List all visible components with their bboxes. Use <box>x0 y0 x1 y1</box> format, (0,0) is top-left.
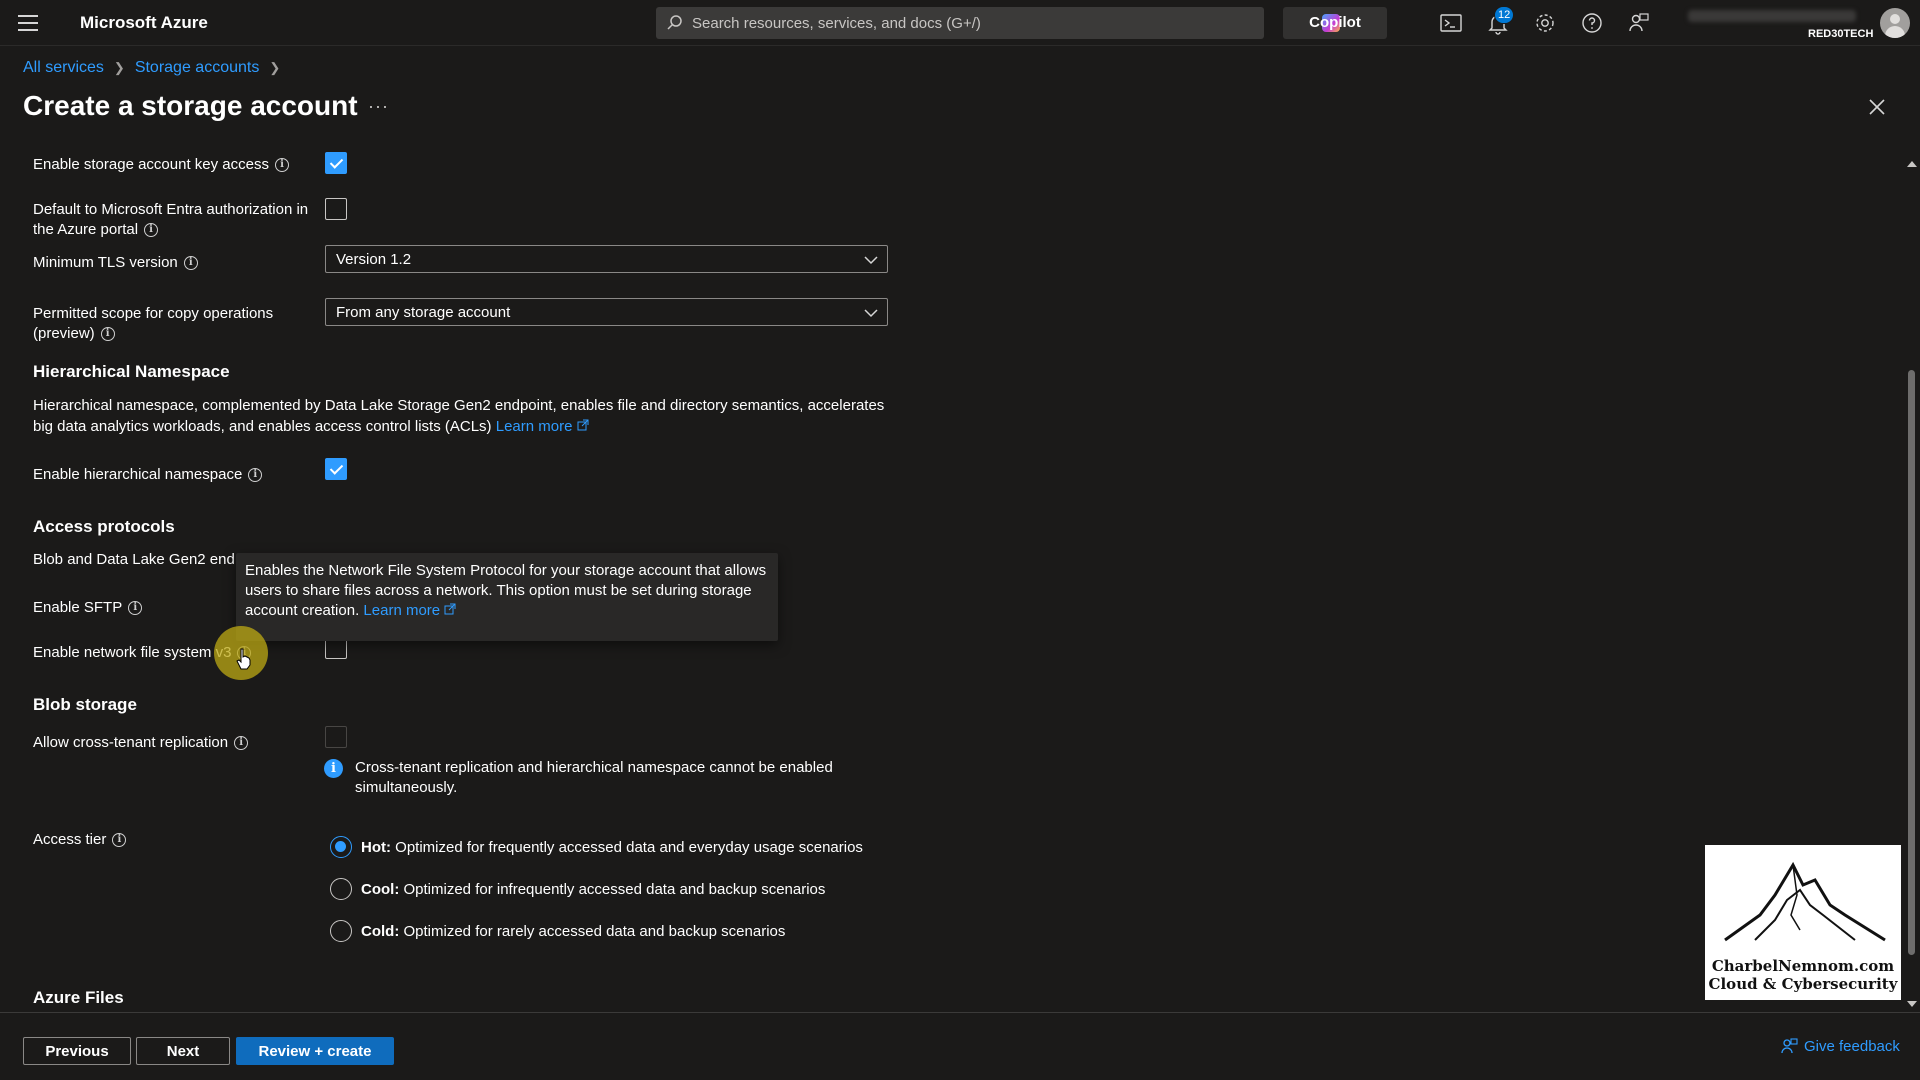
search-box[interactable]: Search resources, services, and docs (G+… <box>656 7 1264 39</box>
tier-hot-label: Hot: Optimized for frequently accessed d… <box>361 839 863 856</box>
watermark-line-2: Cloud & Cybersecurity <box>1708 975 1898 993</box>
feedback-icon[interactable] <box>1627 11 1651 35</box>
help-icon[interactable] <box>1580 11 1604 35</box>
tenant-name[interactable]: RED30TECH <box>1808 28 1873 40</box>
chevron-right-icon: ❯ <box>113 60 125 75</box>
chevron-down-icon <box>864 256 878 265</box>
next-button[interactable]: Next <box>136 1037 230 1065</box>
info-icon[interactable]: i <box>144 223 159 238</box>
blob-data-lake-label: Blob and Data Lake Gen2 end <box>33 551 235 568</box>
hns-description: Hierarchical namespace, complemented by … <box>33 397 885 435</box>
copy-scope-value: From any storage account <box>336 304 511 321</box>
chevron-right-icon: ❯ <box>269 60 281 75</box>
account-name-blurred <box>1688 10 1856 22</box>
access-protocols-heading: Access protocols <box>33 517 175 536</box>
give-feedback-label: Give feedback <box>1804 1037 1900 1055</box>
gear-icon[interactable] <box>1533 11 1557 35</box>
scroll-up-icon[interactable] <box>1907 161 1917 167</box>
tls-version-dropdown[interactable]: Version 1.2 <box>325 245 888 273</box>
nfs-tooltip: Enables the Network File System Protocol… <box>236 553 778 641</box>
mountain-logo-icon <box>1724 861 1886 942</box>
more-options-button[interactable]: ··· <box>368 96 389 117</box>
tls-version-value: Version 1.2 <box>336 251 412 268</box>
breadcrumb-all-services[interactable]: All services <box>23 59 104 77</box>
tier-cold-label: Cold: Optimized for rarely accessed data… <box>361 923 786 940</box>
azure-files-heading: Azure Files <box>33 988 124 1007</box>
hand-pointer-icon <box>236 648 251 670</box>
previous-button[interactable]: Previous <box>23 1037 131 1065</box>
avatar[interactable] <box>1880 8 1910 38</box>
breadcrumb: All services ❯ Storage accounts ❯ <box>23 59 290 77</box>
key-access-checkbox[interactable] <box>325 152 347 174</box>
copy-scope-dropdown[interactable]: From any storage account <box>325 298 888 326</box>
info-icon[interactable]: i <box>100 327 115 342</box>
close-icon[interactable] <box>1866 96 1888 118</box>
vertical-scrollbar[interactable] <box>1905 155 1917 1007</box>
info-filled-icon: i <box>324 759 343 778</box>
tier-hot-radio[interactable] <box>330 836 352 858</box>
access-tier-label: Access tier i <box>33 830 127 850</box>
cross-tenant-checkbox[interactable] <box>325 726 347 748</box>
entra-auth-label: Default to Microsoft Entra authorization… <box>33 201 309 238</box>
info-icon[interactable]: i <box>128 601 143 616</box>
chevron-down-icon <box>864 309 878 318</box>
notification-badge: 12 <box>1494 6 1515 24</box>
scroll-down-icon[interactable] <box>1907 1001 1917 1007</box>
cloud-shell-icon[interactable] <box>1439 11 1463 35</box>
cross-tenant-note: Cross-tenant replication and hierarchica… <box>355 759 833 796</box>
tls-version-label: Minimum TLS version i <box>33 253 198 273</box>
copilot-label: Copilot <box>1309 14 1361 31</box>
page-title: Create a storage account <box>23 90 358 121</box>
blob-storage-heading: Blob storage <box>33 695 137 714</box>
give-feedback-link[interactable]: Give feedback <box>1780 1037 1900 1055</box>
key-access-label: Enable storage account key access i <box>33 155 289 175</box>
brand-title[interactable]: Microsoft Azure <box>80 13 208 33</box>
footer-bar: Previous Next Review + create Give feedb… <box>0 1012 1920 1080</box>
tier-cold-radio[interactable] <box>330 920 352 942</box>
search-icon <box>667 15 682 30</box>
sftp-label: Enable SFTP i <box>33 598 143 618</box>
copy-scope-label: Permitted scope for copy operations (prev… <box>33 305 274 342</box>
info-icon[interactable]: i <box>234 736 249 751</box>
cross-tenant-label: Allow cross-tenant replication i <box>33 733 249 753</box>
copilot-button[interactable]: Copilot <box>1283 7 1387 39</box>
hns-checkbox[interactable] <box>325 458 347 480</box>
top-bar: Microsoft Azure Search resources, servic… <box>0 0 1920 46</box>
watermark-line-1: CharbelNemnom.com <box>1711 957 1895 975</box>
info-icon[interactable]: i <box>248 468 263 483</box>
info-icon[interactable]: i <box>112 833 127 848</box>
info-icon[interactable]: i <box>183 256 198 271</box>
info-icon[interactable]: i <box>274 158 289 173</box>
external-link-icon <box>577 419 589 431</box>
scrollbar-thumb[interactable] <box>1908 370 1915 955</box>
watermark-logo: CharbelNemnom.com Cloud & Cybersecurity <box>1705 845 1901 1000</box>
feedback-person-icon <box>1781 1038 1798 1054</box>
external-link-icon <box>444 603 456 615</box>
review-create-button[interactable]: Review + create <box>236 1037 394 1065</box>
tooltip-learn-more-link[interactable]: Learn more <box>363 602 456 619</box>
hns-label: Enable hierarchical namespace i <box>33 465 263 485</box>
tier-cool-radio[interactable] <box>330 878 352 900</box>
entra-auth-checkbox[interactable] <box>325 198 347 220</box>
search-input[interactable]: Search resources, services, and docs (G+… <box>692 15 981 32</box>
breadcrumb-storage-accounts[interactable]: Storage accounts <box>135 59 260 77</box>
menu-icon[interactable] <box>18 15 38 31</box>
tier-cool-label: Cool: Optimized for infrequently accesse… <box>361 881 826 898</box>
learn-more-link[interactable]: Learn more <box>496 418 589 435</box>
hns-heading: Hierarchical Namespace <box>33 362 230 381</box>
